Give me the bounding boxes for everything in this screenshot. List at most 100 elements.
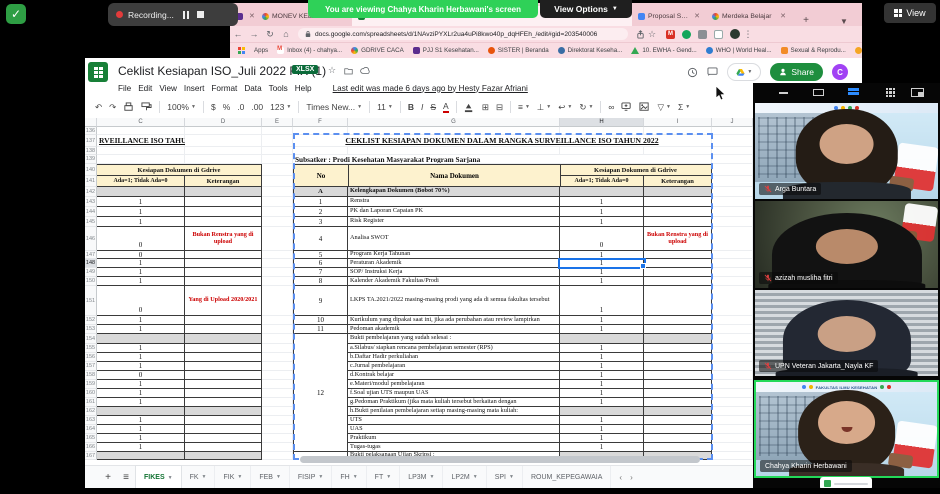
cell[interactable] (644, 380, 712, 389)
cell[interactable] (644, 344, 712, 353)
doc-name[interactable]: d.Kontrak belajar (348, 371, 560, 380)
row-header[interactable]: 153 (85, 325, 97, 334)
ada-value[interactable]: 1 (560, 398, 644, 407)
cell[interactable] (644, 197, 712, 207)
sheet-tab[interactable]: FH▼ (332, 466, 366, 489)
cell[interactable] (644, 268, 712, 277)
cell[interactable] (185, 452, 262, 460)
row-header[interactable]: 163 (85, 416, 97, 425)
fill-handle[interactable] (640, 263, 646, 269)
sheet-tab[interactable]: FIKES▼ (135, 465, 182, 488)
cell[interactable] (644, 443, 712, 452)
meeting-security-shield-icon[interactable]: ✓ (6, 4, 26, 24)
row-header[interactable]: 162 (85, 407, 97, 416)
subsatker-label[interactable]: Subsatker : Prodi Kesehatan Masyarakat P… (293, 155, 712, 164)
sheet-tab[interactable]: FT▼ (367, 466, 401, 489)
menu-format[interactable]: Format (211, 84, 237, 93)
cell[interactable] (644, 316, 712, 325)
menu-tools[interactable]: Tools (269, 84, 288, 93)
doc-number[interactable]: 11 (293, 325, 348, 334)
left-value[interactable]: 1 (97, 380, 185, 389)
sheet-tab[interactable]: SPI▼ (487, 466, 523, 489)
reload-icon[interactable]: ↻ (262, 29, 278, 40)
stop-recording-button[interactable] (197, 11, 204, 18)
currency-format-icon[interactable]: $ (211, 102, 216, 112)
cell[interactable] (712, 155, 753, 164)
percent-format-icon[interactable]: % (223, 102, 231, 112)
section-letter[interactable]: A (293, 187, 348, 197)
share-page-icon[interactable] (636, 30, 645, 39)
cell[interactable] (644, 251, 712, 259)
cell[interactable] (712, 380, 753, 389)
pause-recording-button[interactable] (183, 11, 189, 19)
left-value[interactable]: 1 (97, 207, 185, 217)
cell[interactable] (712, 325, 753, 334)
ada-value[interactable]: 0 (560, 227, 644, 251)
sheets-logo-icon[interactable] (88, 62, 108, 82)
cell[interactable] (348, 147, 560, 155)
participant-tile[interactable]: FAKULTAS ILMU KESEHATANChahya Kharin Her… (754, 380, 939, 478)
cell[interactable] (262, 416, 293, 425)
sheet-tab[interactable]: LP2M▼ (443, 466, 486, 489)
browser-menu-icon[interactable]: ⋮ (740, 29, 756, 40)
speaker-view-icon[interactable] (813, 89, 824, 96)
cell[interactable] (560, 407, 644, 416)
cell[interactable] (712, 407, 753, 416)
left-value[interactable]: 1 (97, 197, 185, 207)
ada-value[interactable]: 1 (560, 425, 644, 434)
column-header[interactable]: E (262, 118, 293, 127)
ada-value[interactable]: 1 (560, 207, 644, 217)
menu-help[interactable]: Help (295, 84, 312, 93)
bookmark-item[interactable]: Sexual & Reprodu... (781, 47, 846, 54)
doc-number[interactable]: 1 (293, 197, 348, 207)
cell[interactable] (262, 398, 293, 407)
cell[interactable] (185, 135, 262, 147)
cell[interactable] (712, 251, 753, 259)
row-header[interactable]: 156 (85, 353, 97, 362)
doc-name[interactable]: Analisa SWOT (348, 227, 560, 251)
left-value[interactable]: 0 (97, 286, 185, 316)
zoom-view-button[interactable]: View (884, 3, 936, 23)
address-bar[interactable]: docs.google.com/spreadsheets/d/1NAvziPYX… (298, 28, 628, 40)
doc-number[interactable]: 6 (293, 259, 348, 268)
gallery-view-icon[interactable] (886, 88, 895, 97)
last-edit-link[interactable]: Last edit was made 6 days ago by Hesty F… (333, 84, 528, 93)
row-header[interactable]: 165 (85, 434, 97, 443)
drive-app-button[interactable]: ▼ (727, 63, 761, 81)
version-history-icon[interactable] (687, 67, 698, 78)
cell[interactable] (185, 127, 262, 135)
font-select[interactable]: Times New...▼ (306, 102, 362, 112)
cell[interactable] (185, 187, 262, 197)
column-header[interactable]: I (644, 118, 712, 127)
cell[interactable] (262, 227, 293, 251)
cell[interactable] (644, 389, 712, 398)
cell[interactable] (262, 187, 293, 197)
row-header[interactable]: 145 (85, 217, 97, 227)
sheet-tab-menu-icon[interactable]: ▼ (353, 474, 358, 480)
redo-icon[interactable]: ↷ (109, 102, 116, 113)
ada-value[interactable]: 1 (560, 217, 644, 227)
forward-icon[interactable]: → (246, 29, 262, 39)
font-size-select[interactable]: 11▼ (377, 102, 393, 112)
row-header[interactable]: 160 (85, 389, 97, 398)
cell[interactable] (185, 334, 262, 344)
cell[interactable] (262, 434, 293, 443)
cell[interactable] (712, 277, 753, 286)
bookmark-item[interactable]: Apps (254, 47, 268, 54)
cell[interactable] (262, 127, 293, 135)
left-value[interactable]: 1 (97, 362, 185, 371)
extension-icon-green[interactable] (682, 30, 691, 39)
cell[interactable] (712, 344, 753, 353)
left-value[interactable]: 0 (97, 227, 185, 251)
sheet-tab-menu-icon[interactable]: ▼ (509, 474, 514, 480)
new-tab-button[interactable]: + (798, 15, 814, 26)
cell[interactable] (644, 407, 712, 416)
row-header[interactable]: 149 (85, 268, 97, 277)
sheet-tab-menu-icon[interactable]: ▼ (202, 474, 207, 480)
horizontal-scrollbar[interactable] (300, 456, 700, 463)
column-header[interactable]: F (293, 118, 348, 127)
doc-name[interactable]: h.Bukti penilaian pembelajaran setiap ma… (348, 407, 560, 416)
keterangan-header[interactable]: Keterangan (644, 176, 712, 187)
text-wrap-icon[interactable]: ↩▼ (558, 102, 572, 113)
left-value[interactable]: 1 (97, 217, 185, 227)
